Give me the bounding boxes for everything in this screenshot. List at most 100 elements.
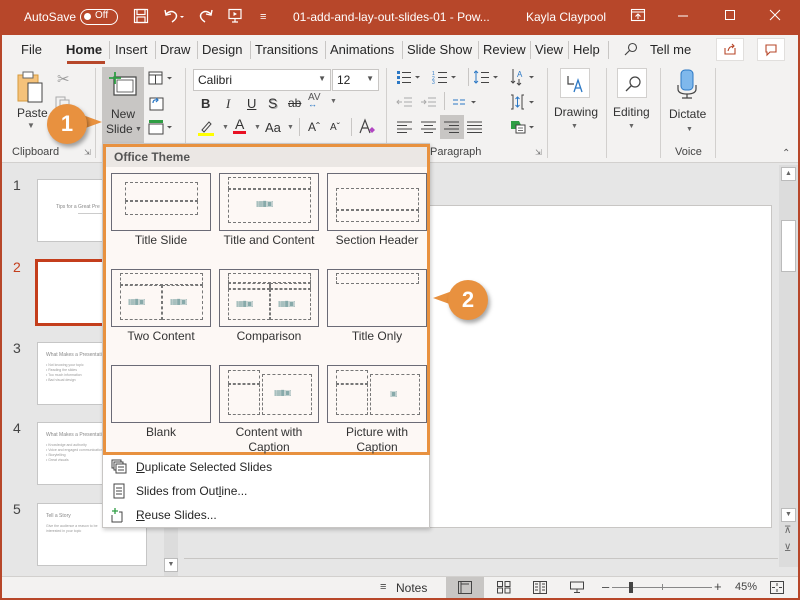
chevron-down-icon[interactable]: ▼ (287, 124, 294, 131)
reuse-slides[interactable]: Reuse Slides... (103, 504, 429, 528)
shrink-font-button[interactable]: Aˇ (330, 122, 340, 133)
align-right-button[interactable] (440, 115, 464, 139)
autosave-toggle[interactable]: Off (80, 9, 118, 25)
cut-icon[interactable]: ✂ (57, 70, 70, 88)
fit-to-window-icon[interactable] (770, 581, 784, 597)
scroll-thumb[interactable] (781, 220, 796, 272)
scroll-up-button[interactable]: ▲ (781, 167, 796, 181)
slides-from-outline[interactable]: Slides from Outline... (103, 480, 429, 504)
save-icon[interactable] (133, 8, 149, 29)
layout-picture-with-caption[interactable]: ▣ (327, 365, 427, 423)
increase-indent-icon[interactable] (420, 95, 438, 112)
scroll-down-button[interactable]: ▼ (781, 508, 796, 522)
dialog-launcher-icon[interactable]: ⇲ (84, 148, 91, 157)
drawing-icon[interactable] (560, 68, 590, 98)
share-button[interactable] (716, 38, 744, 61)
zoom-percent[interactable]: 45% (735, 581, 757, 593)
chevron-down-icon[interactable]: ▼ (571, 123, 578, 130)
drawing-button[interactable]: Drawing (554, 105, 598, 119)
character-spacing-button[interactable]: AV ↔ (308, 92, 321, 114)
ribbon-display-options-icon[interactable] (630, 8, 646, 27)
slide-sorter-icon[interactable] (497, 581, 511, 597)
bold-button[interactable]: B (201, 96, 210, 111)
tab-review[interactable]: Review (483, 42, 526, 57)
highlight-color-icon[interactable] (198, 120, 216, 139)
text-shadow-button[interactable]: S (268, 95, 277, 111)
minimize-icon[interactable] (677, 8, 689, 27)
align-center-icon[interactable] (420, 120, 438, 137)
columns-icon[interactable] (452, 95, 480, 112)
layout-content-with-caption[interactable]: ▦▮▣ (219, 365, 319, 423)
tell-me-search[interactable]: Tell me (650, 42, 691, 57)
layout-two-content[interactable]: ▦▮▣ ▦▮▣ (111, 269, 211, 327)
zoom-out-button[interactable]: – (602, 579, 609, 594)
present-from-start-icon[interactable] (227, 8, 243, 29)
decrease-indent-icon[interactable] (396, 95, 414, 112)
dialog-launcher-icon[interactable]: ⇲ (535, 148, 542, 157)
strikethrough-button[interactable]: ab (288, 96, 301, 110)
justify-icon[interactable] (466, 120, 484, 137)
chevron-down-icon[interactable]: ▼ (686, 126, 693, 133)
reset-slide-icon[interactable] (148, 95, 164, 114)
redo-icon[interactable] (198, 8, 214, 29)
normal-view-button[interactable] (446, 577, 484, 598)
font-color-button[interactable]: A (233, 117, 247, 134)
tab-design[interactable]: Design (202, 42, 242, 57)
editor-vertical-scrollbar[interactable]: ▲ ▼ ⊼ ⊻ (779, 165, 798, 567)
layout-section-header[interactable] (327, 173, 427, 231)
tab-home[interactable]: Home (66, 42, 102, 57)
collapse-ribbon-icon[interactable]: ⌃ (782, 148, 790, 159)
scroll-down-button[interactable]: ▼ (164, 558, 178, 572)
sort-text-direction-icon[interactable]: A (510, 68, 538, 89)
chevron-down-icon[interactable]: ▼ (222, 124, 229, 131)
bullets-icon[interactable] (396, 70, 428, 87)
layout-blank[interactable] (111, 365, 211, 423)
slide-show-icon[interactable] (570, 581, 584, 597)
italic-button[interactable]: I (226, 96, 230, 112)
comments-button[interactable] (757, 38, 785, 61)
user-name[interactable]: Kayla Claypool (526, 10, 606, 24)
align-text-icon[interactable] (510, 93, 538, 114)
maximize-icon[interactable] (724, 8, 736, 27)
change-case-button[interactable]: Aa (265, 120, 281, 135)
zoom-in-button[interactable]: + (714, 579, 722, 594)
zoom-slider-thumb[interactable] (629, 582, 634, 593)
duplicate-selected-slides[interactable]: Duplicate Selected Slides (103, 456, 429, 480)
paste-dropdown-arrow[interactable]: ▼ (27, 121, 35, 130)
layout-title-slide[interactable] (111, 173, 211, 231)
chevron-down-icon[interactable]: ▼ (628, 123, 635, 130)
tab-file[interactable]: File (21, 42, 42, 57)
microphone-icon[interactable] (676, 69, 698, 104)
reading-view-icon[interactable] (533, 581, 547, 597)
tab-draw[interactable]: Draw (160, 42, 190, 57)
layout-icon[interactable] (148, 71, 174, 88)
undo-icon[interactable] (163, 8, 185, 29)
line-spacing-icon[interactable] (473, 70, 502, 87)
layout-title-only[interactable] (327, 269, 427, 327)
font-name-combo[interactable]: Calibri ▼ (193, 69, 331, 91)
editing-icon[interactable] (617, 68, 647, 98)
paste-label[interactable]: Paste (17, 106, 48, 120)
editing-button[interactable]: Editing (613, 105, 650, 119)
notes-button[interactable]: Notes (396, 581, 427, 595)
previous-slide-icon[interactable]: ⊼ (784, 525, 791, 536)
align-left-icon[interactable] (396, 120, 414, 137)
layout-title-and-content[interactable]: ▦▮▣ (219, 173, 319, 231)
tab-help[interactable]: Help (573, 42, 600, 57)
next-slide-icon[interactable]: ⊻ (784, 543, 791, 554)
customize-toolbar-icon[interactable]: ≡ (260, 8, 266, 26)
convert-to-smartart-icon[interactable] (510, 119, 538, 138)
layout-comparison[interactable]: ▦▮▣ ▦▮▣ (219, 269, 319, 327)
close-icon[interactable] (769, 8, 781, 27)
clear-formatting-icon[interactable] (358, 118, 376, 139)
underline-button[interactable]: U (247, 96, 256, 111)
font-size-combo[interactable]: 12 ▼ (332, 69, 379, 91)
tab-view[interactable]: View (535, 42, 563, 57)
tab-slide-show[interactable]: Slide Show (407, 42, 472, 57)
paste-icon[interactable] (16, 70, 46, 109)
section-icon[interactable] (148, 119, 174, 138)
tab-animations[interactable]: Animations (330, 42, 394, 57)
chevron-down-icon[interactable]: ▼ (254, 124, 261, 131)
tab-insert[interactable]: Insert (115, 42, 148, 57)
numbering-icon[interactable]: 123 (432, 70, 464, 87)
